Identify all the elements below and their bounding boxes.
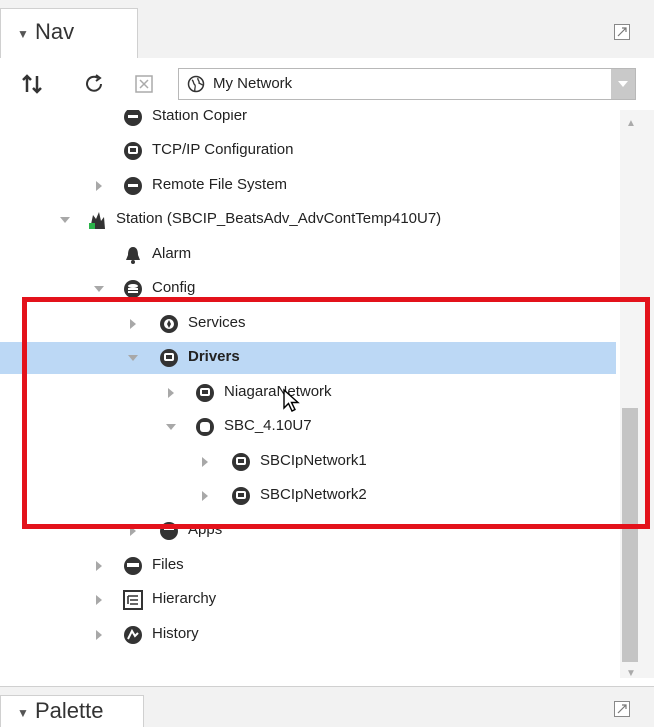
maximize-icon[interactable] [614,24,630,40]
palette-tab[interactable]: ▼ Palette [0,695,144,727]
maximize-icon[interactable] [614,701,630,717]
palette-panel-header: ▼ Palette [0,686,654,727]
network-select[interactable]: My Network [178,68,636,100]
close-tab-icon[interactable] [132,72,156,96]
tree-item-label: Files [152,556,184,573]
tree-item-label: Hierarchy [152,590,217,607]
collapse-arrow-icon[interactable] [94,286,104,292]
nav-tab[interactable]: ▼ Nav [0,8,138,58]
palette-tab-label: Palette [35,698,104,723]
station-icon [86,209,108,231]
files-icon [122,555,144,577]
refresh-icon[interactable] [82,72,106,96]
hierarchy-icon [122,589,144,611]
expand-arrow-icon[interactable] [96,595,102,605]
module-icon [122,175,144,197]
dropdown-arrow-icon[interactable] [611,69,635,99]
scroll-up-icon[interactable]: ▲ [626,118,636,129]
tree-item[interactable]: Station Copier [0,110,620,133]
caret-down-icon[interactable]: ▼ [17,706,29,720]
tree-item-label: Alarm [152,245,192,262]
highlight-annotation-box [22,297,650,529]
expand-arrow-icon[interactable] [96,181,102,191]
tree-item[interactable]: Alarm [0,239,620,271]
tree-item-label: Config [152,279,196,296]
tree-item[interactable]: Remote File System [0,170,620,202]
tree-item-label: TCP/IP Configuration [152,141,294,158]
nav-tab-label: Nav [35,19,75,44]
module-icon [122,110,144,128]
tree-item-label: Remote File System [152,176,288,193]
tree-item[interactable]: History [0,619,620,651]
scroll-down-icon[interactable]: ▼ [626,668,636,679]
tree-item[interactable]: TCP/IP Configuration [0,135,620,167]
tree-item[interactable]: Station (SBCIP_BeatsAdv_AdvContTemp410U7… [0,204,620,236]
service-icon [122,140,144,162]
sync-arrows-icon[interactable] [20,72,44,96]
expand-arrow-icon[interactable] [96,561,102,571]
expand-arrow-icon[interactable] [96,630,102,640]
tree-item[interactable]: Files [0,550,620,582]
tree-item-label: Station (SBCIP_BeatsAdv_AdvContTemp410U7… [116,210,442,227]
bell-icon [122,244,144,266]
history-icon [122,624,144,646]
caret-down-icon[interactable]: ▼ [17,27,29,41]
tree-item-label: Station Copier [152,110,248,124]
mouse-pointer-icon [282,388,302,419]
collapse-arrow-icon[interactable] [60,217,70,223]
tree-item-label: History [152,625,199,642]
nav-panel-header: ▼ Nav [0,0,654,59]
tree-item[interactable]: Hierarchy [0,584,620,616]
globe-icon [187,75,205,98]
network-select-value: My Network [213,75,293,92]
